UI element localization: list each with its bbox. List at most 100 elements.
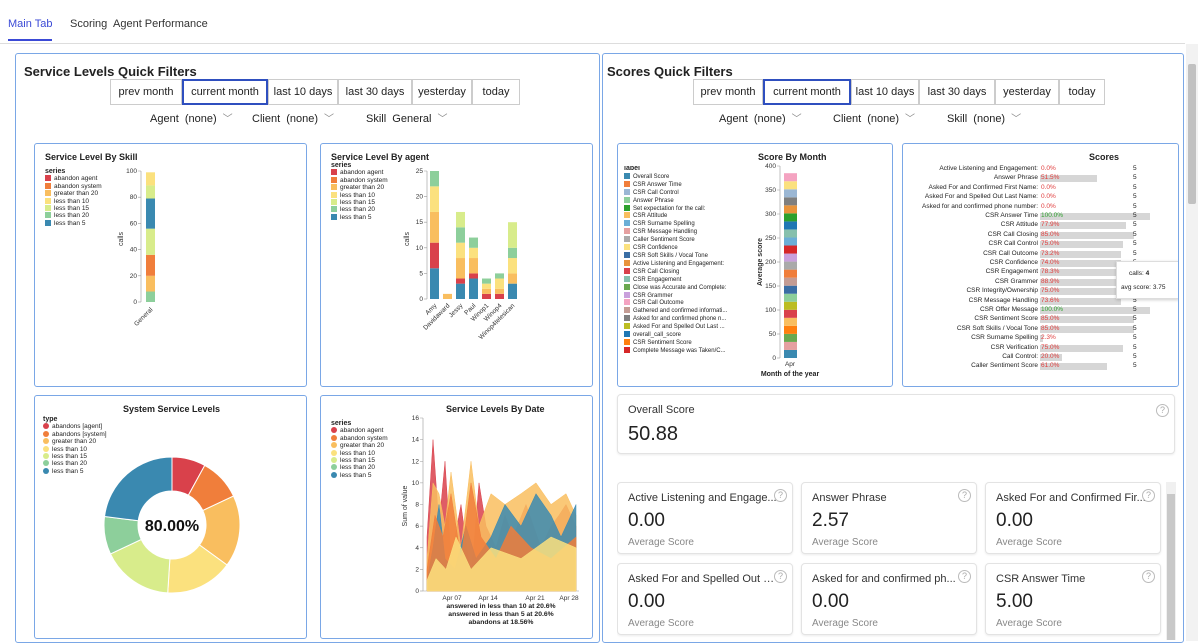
y-axis-label: calls xyxy=(118,232,125,247)
score-row[interactable]: CSR Surname Spelling 2.3% 5 xyxy=(903,334,1163,343)
prev-month-button[interactable]: prev month xyxy=(110,79,182,105)
last-30-days-button[interactable]: last 30 days xyxy=(338,79,412,105)
score-percent: 0.0% xyxy=(1041,193,1056,201)
y-axis-label: calls xyxy=(404,232,411,247)
tab-scoring[interactable]: Scoring xyxy=(70,18,107,30)
bar-segment xyxy=(430,268,439,299)
score-percent: 74.0% xyxy=(1041,259,1060,266)
bar-segment xyxy=(146,254,155,276)
score-row[interactable]: Asked For and Spelled Out Last Name: 0.0%… xyxy=(903,193,1163,202)
score-label: CSR Answer Time xyxy=(985,212,1038,219)
bar-segment xyxy=(784,189,797,198)
score-percent: 88.9% xyxy=(1041,277,1060,285)
client-filter[interactable]: Client (none) ﹀ xyxy=(252,110,334,125)
current-month-button[interactable]: current month xyxy=(763,79,851,105)
score-value: 5 xyxy=(1133,221,1137,229)
bar-segment xyxy=(146,291,155,302)
x-axis-label: Month of the year xyxy=(761,371,820,378)
bar-segment xyxy=(495,293,504,299)
bar-segment xyxy=(784,285,797,294)
help-icon[interactable]: ? xyxy=(774,570,787,583)
agent-filter[interactable]: Agent (none) ﹀ xyxy=(719,110,802,125)
score-label: CSR Call Outcome xyxy=(983,249,1038,257)
y-tick-label: 0 xyxy=(415,588,419,595)
kpi-card: Answer Phrase 2.57 Average Score ? xyxy=(801,482,977,554)
last-10-days-button[interactable]: last 10 days xyxy=(851,79,919,105)
chevron-down-icon: ﹀ xyxy=(324,114,335,125)
score-row[interactable]: CSR Offer Message 100.0% 5 xyxy=(903,306,1163,315)
agent-filter[interactable]: Agent (none) ﹀ xyxy=(150,110,233,125)
help-icon[interactable]: ? xyxy=(958,570,971,583)
score-value: 5 xyxy=(1133,174,1137,182)
scrollbar-thumb[interactable] xyxy=(1188,64,1196,204)
bar-segment xyxy=(146,198,155,229)
kpi-subtitle: Average Score xyxy=(628,537,694,548)
score-row[interactable]: CSR Call Outcome 73.2% 5 xyxy=(903,250,1163,259)
score-value: 5 xyxy=(1133,315,1137,323)
bar-segment xyxy=(508,222,517,248)
help-icon[interactable]: ? xyxy=(1142,489,1155,502)
bar-segment xyxy=(495,273,504,279)
help-icon[interactable]: ? xyxy=(774,489,787,502)
today-button[interactable]: today xyxy=(472,79,520,105)
last-10-days-button[interactable]: last 10 days xyxy=(268,79,338,105)
score-row[interactable]: Caller Sentiment Score 61.0% 5 xyxy=(903,362,1163,371)
y-tick-label: 6 xyxy=(415,523,419,530)
score-row[interactable]: CSR Answer Time 100.0% 5 xyxy=(903,212,1163,221)
pie-slice xyxy=(103,456,173,522)
service-levels-panel: Service Levels Quick Filters prev month … xyxy=(15,53,600,643)
prev-month-button[interactable]: prev month xyxy=(693,79,763,105)
chart-annotation: answered in less than 5 at 20.6% xyxy=(448,611,553,618)
skill-filter[interactable]: Skill (none) ﹀ xyxy=(947,110,1021,125)
yesterday-button[interactable]: yesterday xyxy=(995,79,1059,105)
score-value: 5 xyxy=(1133,343,1137,351)
score-row[interactable]: Answer Phrase 51.5% 5 xyxy=(903,174,1163,183)
kpi-value: 2.57 xyxy=(812,510,849,531)
inner-scrollbar[interactable] xyxy=(1166,482,1176,640)
bar-segment xyxy=(469,247,478,259)
tooltip-avg-label: avg score: xyxy=(1121,284,1151,291)
last-30-days-button[interactable]: last 30 days xyxy=(919,79,995,105)
help-icon[interactable]: ? xyxy=(1156,404,1169,417)
skill-filter[interactable]: Skill General ﹀ xyxy=(366,110,447,125)
inner-scrollbar-thumb[interactable] xyxy=(1167,494,1175,640)
panel-title: Service Levels Quick Filters xyxy=(24,64,197,79)
y-tick-label: 16 xyxy=(412,415,420,422)
donut-chart: 80.00% xyxy=(103,456,241,594)
score-row[interactable]: CSR Call Closing 85.0% 5 xyxy=(903,231,1163,240)
score-row[interactable]: CSR Verification 75.0% 5 xyxy=(903,344,1163,353)
current-month-button[interactable]: current month xyxy=(182,79,268,105)
score-value: 5 xyxy=(1133,334,1137,342)
score-label: CSR Soft Skills / Vocal Tone xyxy=(956,324,1038,332)
today-button[interactable]: today xyxy=(1059,79,1105,105)
help-icon[interactable]: ? xyxy=(1142,570,1155,583)
score-row[interactable]: CSR Soft Skills / Vocal Tone 85.0% 5 xyxy=(903,325,1163,334)
page-scrollbar[interactable] xyxy=(1186,44,1198,641)
chart-tooltip: calls: 4 avg score: 3.75 xyxy=(1116,261,1178,299)
kpi-title: Overall Score xyxy=(628,404,695,416)
score-row[interactable]: CSR Attitude 77.9% 5 xyxy=(903,221,1163,230)
client-filter[interactable]: Client (none) ﹀ xyxy=(833,110,915,125)
score-percent: 2.3% xyxy=(1041,334,1056,342)
score-row[interactable]: Asked For and Confirmed First Name: 0.0% 5 xyxy=(903,184,1163,193)
kpi-card: Asked For and Spelled Out L... 0.00 Aver… xyxy=(617,563,793,635)
help-icon[interactable]: ? xyxy=(958,489,971,502)
tab-main[interactable]: Main Tab xyxy=(8,18,53,41)
score-row[interactable]: Asked for and confirmed phone number: 0.0… xyxy=(903,203,1163,212)
score-label: CSR Message Handling xyxy=(968,296,1038,304)
tab-agent-performance[interactable]: Agent Performance xyxy=(113,18,208,30)
bar-segment xyxy=(430,211,439,243)
y-tick-label: 150 xyxy=(765,283,776,290)
yesterday-button[interactable]: yesterday xyxy=(412,79,472,105)
score-row[interactable]: CSR Call Control 75.0% 5 xyxy=(903,240,1163,249)
bar-segment xyxy=(430,242,439,269)
score-row[interactable]: CSR Sentiment Score 85.0% 5 xyxy=(903,315,1163,324)
score-label: CSR Integrity/Ownership xyxy=(966,287,1038,295)
chevron-down-icon: ﹀ xyxy=(791,114,802,125)
kpi-title: Asked For and Spelled Out L... xyxy=(628,573,778,585)
score-row[interactable]: Active Listening and Engagement: 0.0% 5 xyxy=(903,165,1163,174)
score-row[interactable]: Call Control: 20.0% 5 xyxy=(903,353,1163,362)
service-level-by-agent-card: Service Level By agent series abandon age… xyxy=(320,143,593,387)
y-tick-label: 250 xyxy=(765,235,776,242)
chart-annotation: abandons at 18.56% xyxy=(469,619,534,626)
